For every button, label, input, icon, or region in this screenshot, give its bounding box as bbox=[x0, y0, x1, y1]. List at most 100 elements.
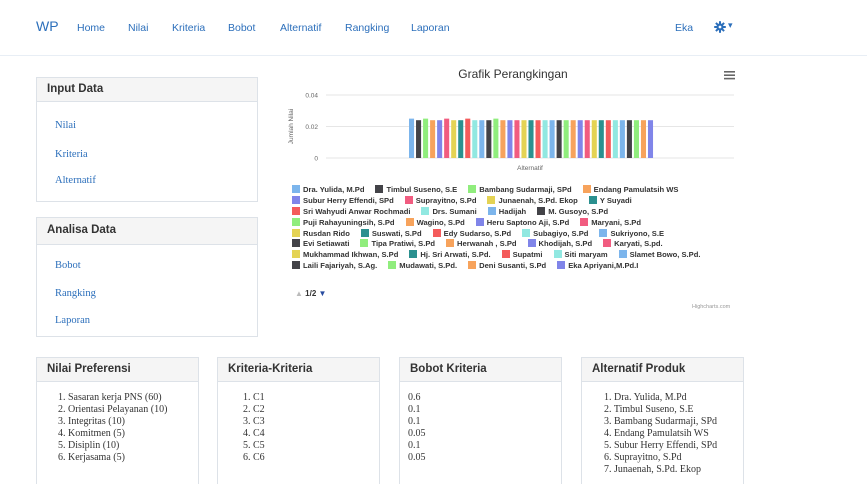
legend-item[interactable]: Timbul Suseno, S.E bbox=[375, 185, 457, 194]
chart-bar[interactable] bbox=[619, 120, 625, 158]
legend-item[interactable]: Dra. Yulida, M.Pd bbox=[292, 185, 364, 194]
nav-laporan[interactable]: Laporan bbox=[411, 22, 450, 34]
legend-item[interactable]: Hadijah bbox=[487, 206, 526, 216]
legend-item[interactable]: Rusdan Rido bbox=[292, 228, 350, 238]
link-alternatif[interactable]: Alternatif bbox=[55, 175, 96, 186]
legend-item[interactable]: Suprayitno, S.Pd bbox=[404, 195, 477, 205]
chart-bar[interactable] bbox=[563, 120, 569, 158]
chart-bar[interactable] bbox=[640, 120, 647, 158]
legend-item[interactable]: Siti maryam bbox=[553, 250, 608, 259]
legend-item[interactable]: Subagiyo, S.Pd bbox=[522, 228, 588, 238]
nav-home[interactable]: Home bbox=[77, 22, 105, 34]
legend-item[interactable]: Wagino, S.Pd bbox=[405, 217, 465, 227]
legend-label: Suprayitno, S.Pd bbox=[415, 195, 477, 205]
chart-bar[interactable] bbox=[577, 120, 583, 158]
legend-item[interactable]: Edy Sudarso, S.Pd bbox=[432, 228, 511, 238]
nav-rangking[interactable]: Rangking bbox=[345, 22, 389, 34]
chart-bar[interactable] bbox=[486, 120, 492, 158]
legend-item[interactable]: Sukriyono, S.E bbox=[599, 228, 664, 238]
chart-bar[interactable] bbox=[451, 120, 457, 158]
link-laporan[interactable]: Laporan bbox=[55, 315, 90, 326]
analisa-data-title: Analisa Data bbox=[37, 218, 257, 245]
chart-bar[interactable] bbox=[542, 120, 548, 158]
legend-item[interactable]: Drs. Sumani bbox=[421, 206, 477, 216]
chart-bar[interactable] bbox=[570, 120, 576, 158]
link-nilai[interactable]: Nilai bbox=[55, 120, 76, 131]
chart-bar[interactable] bbox=[444, 118, 450, 158]
chart-bar[interactable] bbox=[591, 120, 597, 158]
brand-logo[interactable]: WP bbox=[36, 18, 59, 34]
legend-item[interactable]: Endang Pamulatsih WS bbox=[582, 185, 678, 194]
legend-item[interactable]: Bambang Sudarmaji, SPd bbox=[468, 185, 572, 194]
legend-item[interactable]: Subur Herry Effendi, SPd bbox=[292, 195, 394, 205]
legend-item[interactable]: Evi Setiawati bbox=[292, 239, 349, 248]
chart-menu-icon[interactable] bbox=[724, 70, 735, 80]
list-item: 6. Suprayitno, S.Pd bbox=[604, 452, 682, 463]
chart-bar[interactable] bbox=[423, 118, 429, 158]
legend-item[interactable]: Suswati, S.Pd bbox=[360, 228, 422, 238]
legend-item[interactable]: Sri Wahyudi Anwar Rochmadi bbox=[292, 206, 410, 216]
chart-bar[interactable] bbox=[437, 120, 443, 158]
chart-bar[interactable] bbox=[633, 120, 639, 158]
pager-up-icon[interactable]: ▲ bbox=[295, 289, 303, 298]
legend-item[interactable]: Y Suyadi bbox=[588, 195, 632, 205]
chart-bar[interactable] bbox=[493, 118, 499, 158]
legend-item[interactable]: Mukhammad Ikhwan, S.Pd bbox=[292, 250, 398, 259]
legend-swatch bbox=[557, 261, 566, 270]
legend-item[interactable]: Eka Apriyani,M.Pd.I bbox=[557, 261, 638, 270]
chart-bar[interactable] bbox=[416, 120, 422, 158]
chart-bar[interactable] bbox=[472, 120, 478, 158]
link-rangking[interactable]: Rangking bbox=[55, 288, 96, 299]
chart-bar[interactable] bbox=[605, 120, 611, 158]
nav-bobot[interactable]: Bobot bbox=[228, 22, 255, 34]
chart-bar[interactable] bbox=[500, 120, 506, 158]
chart-bar[interactable] bbox=[528, 120, 534, 158]
nav-kriteria[interactable]: Kriteria bbox=[172, 22, 205, 34]
nav-alternatif[interactable]: Alternatif bbox=[280, 22, 321, 34]
chart-bar[interactable] bbox=[458, 120, 464, 158]
chart-bar[interactable] bbox=[521, 120, 527, 158]
settings-dropdown[interactable]: ▾ bbox=[713, 19, 737, 35]
chart-credits[interactable]: Highcharts.com bbox=[692, 304, 730, 310]
legend-item[interactable]: Junaenah, S.Pd. Ekop bbox=[487, 195, 578, 205]
nav-user-name[interactable]: Eka bbox=[675, 22, 693, 34]
bobot-kriteria-list: 0.6 0.1 0.1 0.05 0.1 0.05 bbox=[408, 392, 426, 464]
bobot-kriteria-title: Bobot Kriteria bbox=[400, 358, 561, 382]
list-item: 2. Orientasi Pelayanan (10) bbox=[58, 404, 168, 415]
legend-item[interactable]: Mudawati, S.Pd. bbox=[388, 261, 457, 270]
chart-bar[interactable] bbox=[507, 120, 513, 158]
legend-item[interactable]: Hj. Sri Arwati, S.Pd. bbox=[409, 250, 491, 259]
chart-bar[interactable] bbox=[465, 118, 471, 158]
chart-bar[interactable] bbox=[612, 120, 618, 158]
chart-bar[interactable] bbox=[626, 120, 632, 158]
legend-item[interactable]: Karyati, S.pd. bbox=[603, 239, 663, 248]
chart-bar[interactable] bbox=[430, 120, 436, 158]
link-bobot[interactable]: Bobot bbox=[55, 260, 81, 271]
chart-bar[interactable] bbox=[514, 120, 520, 158]
chart-bar[interactable] bbox=[647, 120, 654, 158]
chart-bar[interactable] bbox=[409, 118, 415, 158]
legend-item[interactable]: Maryani, S.Pd bbox=[580, 217, 641, 227]
pager-down-icon[interactable]: ▼ bbox=[319, 289, 327, 298]
legend-item[interactable]: Puji Rahayuningsih, S.Pd bbox=[292, 217, 395, 227]
chart-bar[interactable] bbox=[549, 120, 555, 158]
legend-item[interactable]: Tipa Pratiwi, S.Pd bbox=[360, 239, 435, 248]
list-item: 5. Subur Herry Effendi, SPd bbox=[604, 440, 718, 451]
link-kriteria[interactable]: Kriteria bbox=[55, 149, 88, 160]
legend-item[interactable]: M. Gusoyo, S.Pd bbox=[537, 206, 608, 216]
legend-item[interactable]: Herwanah , S.Pd bbox=[446, 239, 517, 248]
nav-nilai[interactable]: Nilai bbox=[128, 22, 148, 34]
alternatif-produk-list: 1. Dra. Yulida, M.Pd 2. Timbul Suseno, S… bbox=[604, 392, 717, 476]
legend-item[interactable]: Slamet Bowo, S.Pd. bbox=[618, 250, 700, 259]
chart-bar[interactable] bbox=[556, 120, 562, 158]
chart-bar[interactable] bbox=[584, 120, 590, 158]
legend-item[interactable]: Heru Saptono Aji, S.Pd bbox=[475, 217, 569, 227]
legend-item[interactable]: Deni Susanti, S.Pd bbox=[468, 261, 546, 270]
kriteria-title: Kriteria-Kriteria bbox=[218, 358, 379, 382]
legend-item[interactable]: Supatmi bbox=[501, 250, 543, 259]
legend-item[interactable]: Khodijah, S.Pd bbox=[527, 239, 592, 248]
chart-bar[interactable] bbox=[479, 120, 485, 158]
chart-bar[interactable] bbox=[535, 120, 541, 158]
chart-bar[interactable] bbox=[598, 120, 604, 158]
legend-item[interactable]: Laili Fajariyah, S.Ag. bbox=[292, 261, 377, 270]
